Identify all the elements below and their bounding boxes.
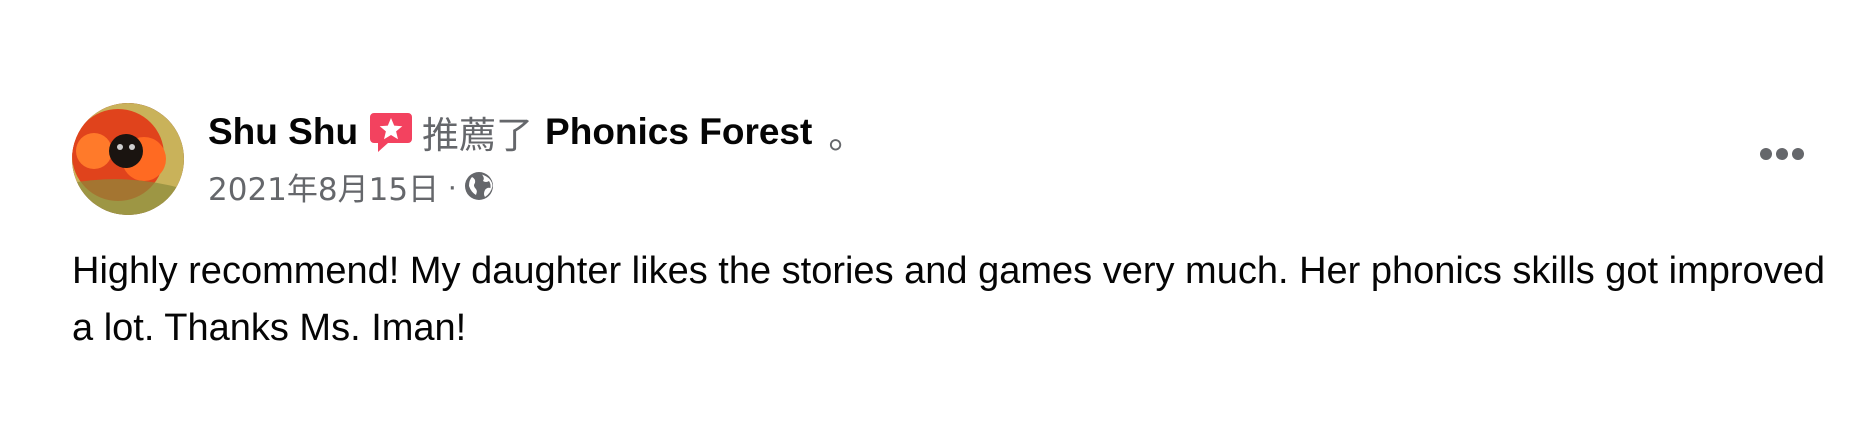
globe-icon[interactable] bbox=[463, 170, 495, 202]
more-options-icon bbox=[1760, 148, 1804, 160]
post-meta: 2021年8月15日 · bbox=[208, 164, 495, 209]
avatar[interactable] bbox=[72, 103, 184, 215]
post-header: Shu Shu 推薦了 Phonics Forest 。 bbox=[208, 108, 866, 157]
post-date[interactable]: 2021年8月15日 bbox=[208, 164, 439, 209]
post-body: Highly recommend! My daughter likes the … bbox=[72, 250, 1825, 349]
page-name-link[interactable]: Phonics Forest bbox=[545, 111, 812, 153]
trailing-mark: 。 bbox=[828, 114, 866, 157]
recommend-verb: 推薦了 bbox=[422, 114, 534, 157]
more-options-button[interactable] bbox=[1754, 134, 1810, 174]
recommend-star-icon bbox=[368, 109, 414, 155]
post-card: Shu Shu 推薦了 Phonics Forest 。 2021年8月15日 … bbox=[0, 0, 1875, 429]
author-name[interactable]: Shu Shu bbox=[208, 111, 358, 153]
avatar-image bbox=[72, 103, 184, 215]
meta-separator: · bbox=[447, 168, 458, 203]
